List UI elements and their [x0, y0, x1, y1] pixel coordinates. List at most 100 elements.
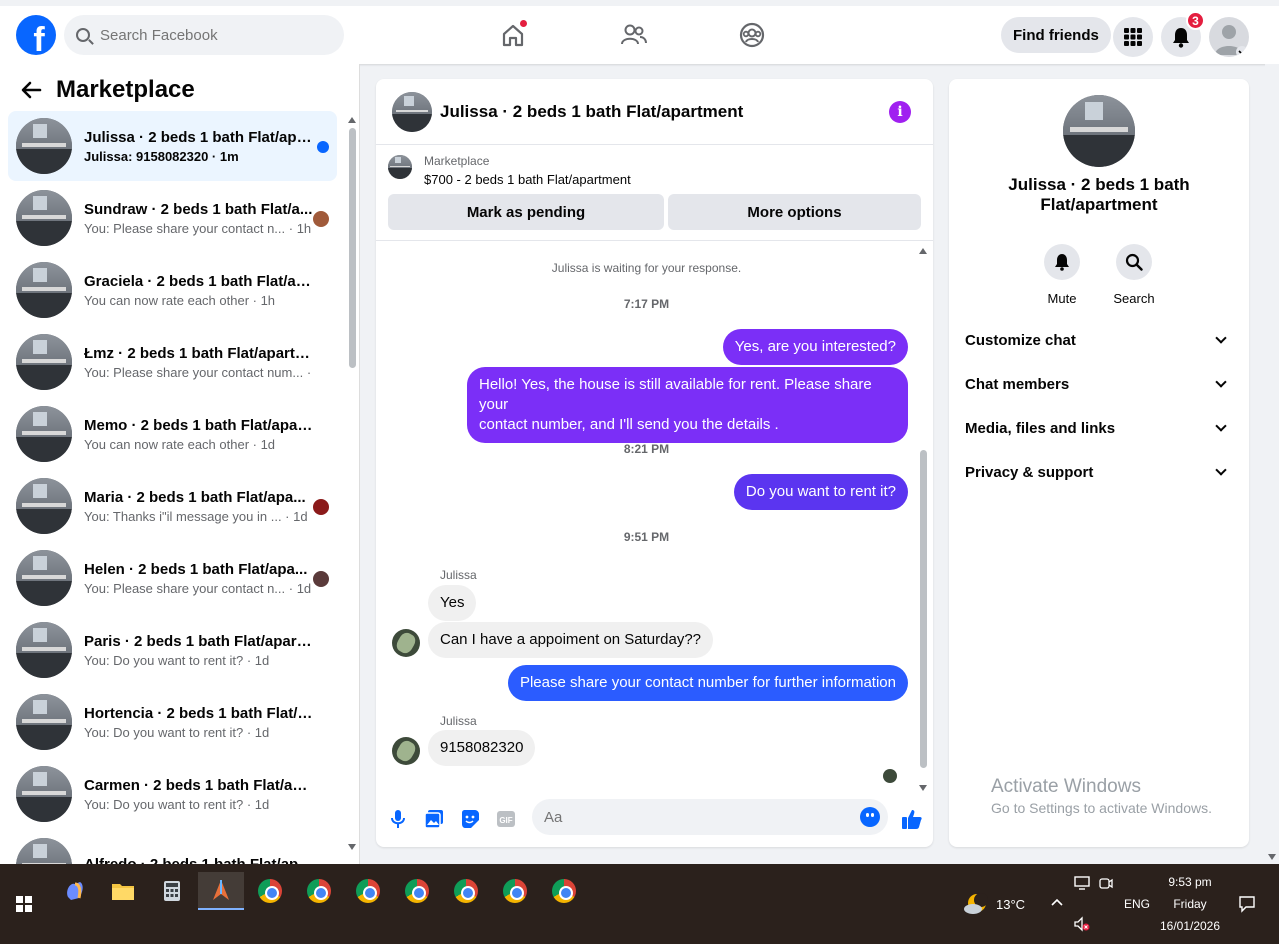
page-scrollbar[interactable]: [1265, 64, 1279, 864]
conversation-item-memo[interactable]: Memo · 2 beds 1 bath Flat/apart... You ca…: [8, 399, 337, 469]
clock-date[interactable]: 16/01/2026: [1154, 919, 1226, 933]
unread-indicator: [317, 141, 329, 153]
scroll-down-arrow-icon[interactable]: [1268, 854, 1276, 860]
microphone-icon[interactable]: [388, 809, 408, 829]
facebook-logo[interactable]: f: [16, 15, 56, 55]
listing-price-title[interactable]: $700 - 2 beds 1 bath Flat/apartment: [424, 172, 631, 187]
incoming-message[interactable]: Yes: [428, 585, 477, 621]
chrome-profile-icon[interactable]: [296, 872, 342, 910]
conversation-title: Sundraw · 2 beds 1 bath Flat/a...: [84, 200, 313, 218]
conversation-item-maria[interactable]: Maria · 2 beds 1 bath Flat/apa... You: Th…: [8, 471, 337, 541]
search-in-chat-button[interactable]: Search: [1104, 244, 1164, 306]
chevron-up-icon[interactable]: [1050, 897, 1064, 907]
media-files-links-row[interactable]: Media, files and links: [965, 406, 1233, 450]
sidebar-header: Marketplace: [20, 76, 195, 104]
outgoing-message[interactable]: Yes, are you interested?: [722, 329, 908, 365]
privacy-support-row[interactable]: Privacy & support: [965, 450, 1233, 494]
clock-day[interactable]: Friday: [1158, 897, 1222, 911]
weather-temperature[interactable]: 13°C: [996, 897, 1025, 912]
find-friends-button[interactable]: Find friends: [1001, 17, 1111, 53]
chevron-down-icon: [1215, 332, 1227, 344]
scrollbar-thumb[interactable]: [920, 450, 927, 768]
conversation-item-sundraw[interactable]: Sundraw · 2 beds 1 bath Flat/a... You: Pl…: [8, 183, 337, 253]
contact-avatar[interactable]: [392, 629, 420, 657]
conversation-item-helen[interactable]: Helen · 2 beds 1 bath Flat/apa... You: Pl…: [8, 543, 337, 613]
incoming-message[interactable]: 9158082320: [428, 730, 536, 766]
listing-thumbnail[interactable]: [388, 155, 412, 179]
conversation-list-panel: Marketplace Julissa · 2 beds 1 bath Flat…: [0, 64, 360, 864]
scrollbar-thumb[interactable]: [349, 128, 356, 368]
windows-start-icon[interactable]: [16, 896, 32, 912]
watermark-subtitle: Go to Settings to activate Windows.: [991, 800, 1212, 816]
contact-avatar[interactable]: [392, 737, 420, 765]
photo-attach-icon[interactable]: [424, 809, 444, 829]
outgoing-message[interactable]: Please share your contact number for fur…: [507, 665, 908, 701]
network-icon[interactable]: [1073, 876, 1091, 890]
conversation-item-paris[interactable]: Paris · 2 beds 1 bath Flat/apartm... You:…: [8, 615, 337, 685]
search-icon: [1116, 244, 1152, 280]
chrome-profile-icon[interactable]: [492, 872, 538, 910]
chrome-profile-icon[interactable]: [541, 872, 587, 910]
listing-thumbnail: [16, 190, 72, 246]
mute-button[interactable]: Mute: [1032, 244, 1092, 306]
search-box[interactable]: [64, 15, 344, 55]
home-icon[interactable]: [497, 19, 529, 51]
chrome-profile-icon[interactable]: [443, 872, 489, 910]
chrome-profile-icon[interactable]: [345, 872, 391, 910]
customize-chat-row[interactable]: Customize chat: [965, 318, 1233, 362]
info-icon[interactable]: i: [889, 101, 911, 123]
speaker-muted-icon[interactable]: [1073, 916, 1091, 932]
listing-thumbnail[interactable]: [1063, 95, 1135, 167]
windows-activation-watermark: Activate Windows Go to Settings to activ…: [991, 776, 1212, 816]
chat-scrollbar[interactable]: [919, 245, 929, 791]
conversation-item-lmz[interactable]: Łmz · 2 beds 1 bath Flat/apartm... You: P…: [8, 327, 337, 397]
message-input[interactable]: [532, 799, 888, 835]
chat-members-row[interactable]: Chat members: [965, 362, 1233, 406]
conversation-list-scrollbar[interactable]: [348, 114, 356, 854]
input-language[interactable]: ENG: [1124, 897, 1150, 911]
incoming-message[interactable]: Can I have a appoiment on Saturday??: [428, 622, 714, 658]
conversation-item-julissa[interactable]: Julissa · 2 beds 1 bath Flat/apa... Julis…: [8, 111, 337, 181]
scroll-up-arrow-icon[interactable]: [348, 117, 356, 123]
clock-time[interactable]: 9:53 pm: [1158, 875, 1222, 889]
taskbar-app-active-icon[interactable]: [198, 872, 244, 910]
windows-taskbar: 13°C ENG 9:53 pm Friday 16/01/2026: [0, 864, 1279, 944]
facebook-logo-letter: f: [33, 21, 45, 55]
mark-as-pending-button[interactable]: Mark as pending: [388, 194, 664, 230]
conversation-preview: You: Please share your contact n... · 1h: [84, 220, 312, 236]
chrome-profile-icon[interactable]: [394, 872, 440, 910]
conversation-item-alfredo[interactable]: Alfredo · 2 beds 1 bath Flat/ap...: [8, 831, 337, 864]
gif-icon[interactable]: GIF: [496, 809, 516, 829]
notification-center-icon[interactable]: [1238, 895, 1256, 913]
conversation-preview: You: Please share your contact n... · 1d: [84, 580, 312, 596]
listing-thumbnail: [16, 118, 72, 174]
scroll-up-arrow-icon[interactable]: [919, 248, 927, 254]
listing-thumbnail: [16, 550, 72, 606]
scroll-down-arrow-icon[interactable]: [348, 844, 356, 850]
back-arrow-icon[interactable]: [20, 79, 42, 101]
weather-moon-cloud-icon[interactable]: [962, 891, 990, 917]
file-explorer-icon[interactable]: [100, 872, 146, 910]
account-avatar[interactable]: [1209, 17, 1249, 57]
conversation-item-graciela[interactable]: Graciela · 2 beds 1 bath Flat/apa... You …: [8, 255, 337, 325]
more-options-button[interactable]: More options: [668, 194, 921, 230]
outgoing-message[interactable]: Hello! Yes, the house is still available…: [467, 367, 908, 443]
sticker-icon[interactable]: [460, 809, 480, 829]
listing-thumbnail[interactable]: [392, 91, 432, 132]
chrome-profile-icon[interactable]: [247, 872, 293, 910]
thumbs-up-icon[interactable]: [900, 807, 924, 831]
menu-grid-icon[interactable]: [1113, 17, 1153, 57]
search-input[interactable]: [100, 26, 320, 44]
friends-icon[interactable]: [617, 19, 649, 51]
listing-thumbnail: [16, 406, 72, 462]
notifications-bell-icon[interactable]: 3: [1161, 11, 1205, 57]
camera-privacy-icon[interactable]: [1099, 876, 1113, 890]
calculator-icon[interactable]: [149, 872, 195, 910]
emoji-icon[interactable]: [860, 807, 880, 827]
conversation-item-carmen[interactable]: Carmen · 2 beds 1 bath Flat/apar... You: …: [8, 759, 337, 829]
outgoing-message[interactable]: Do you want to rent it?: [733, 474, 908, 510]
copilot-icon[interactable]: [52, 872, 98, 910]
conversation-item-hortencia[interactable]: Hortencia · 2 beds 1 bath Flat/ap... You:…: [8, 687, 337, 757]
chat-title[interactable]: Julissa · 2 beds 1 bath Flat/apartment: [440, 102, 743, 122]
groups-icon[interactable]: [736, 19, 768, 51]
